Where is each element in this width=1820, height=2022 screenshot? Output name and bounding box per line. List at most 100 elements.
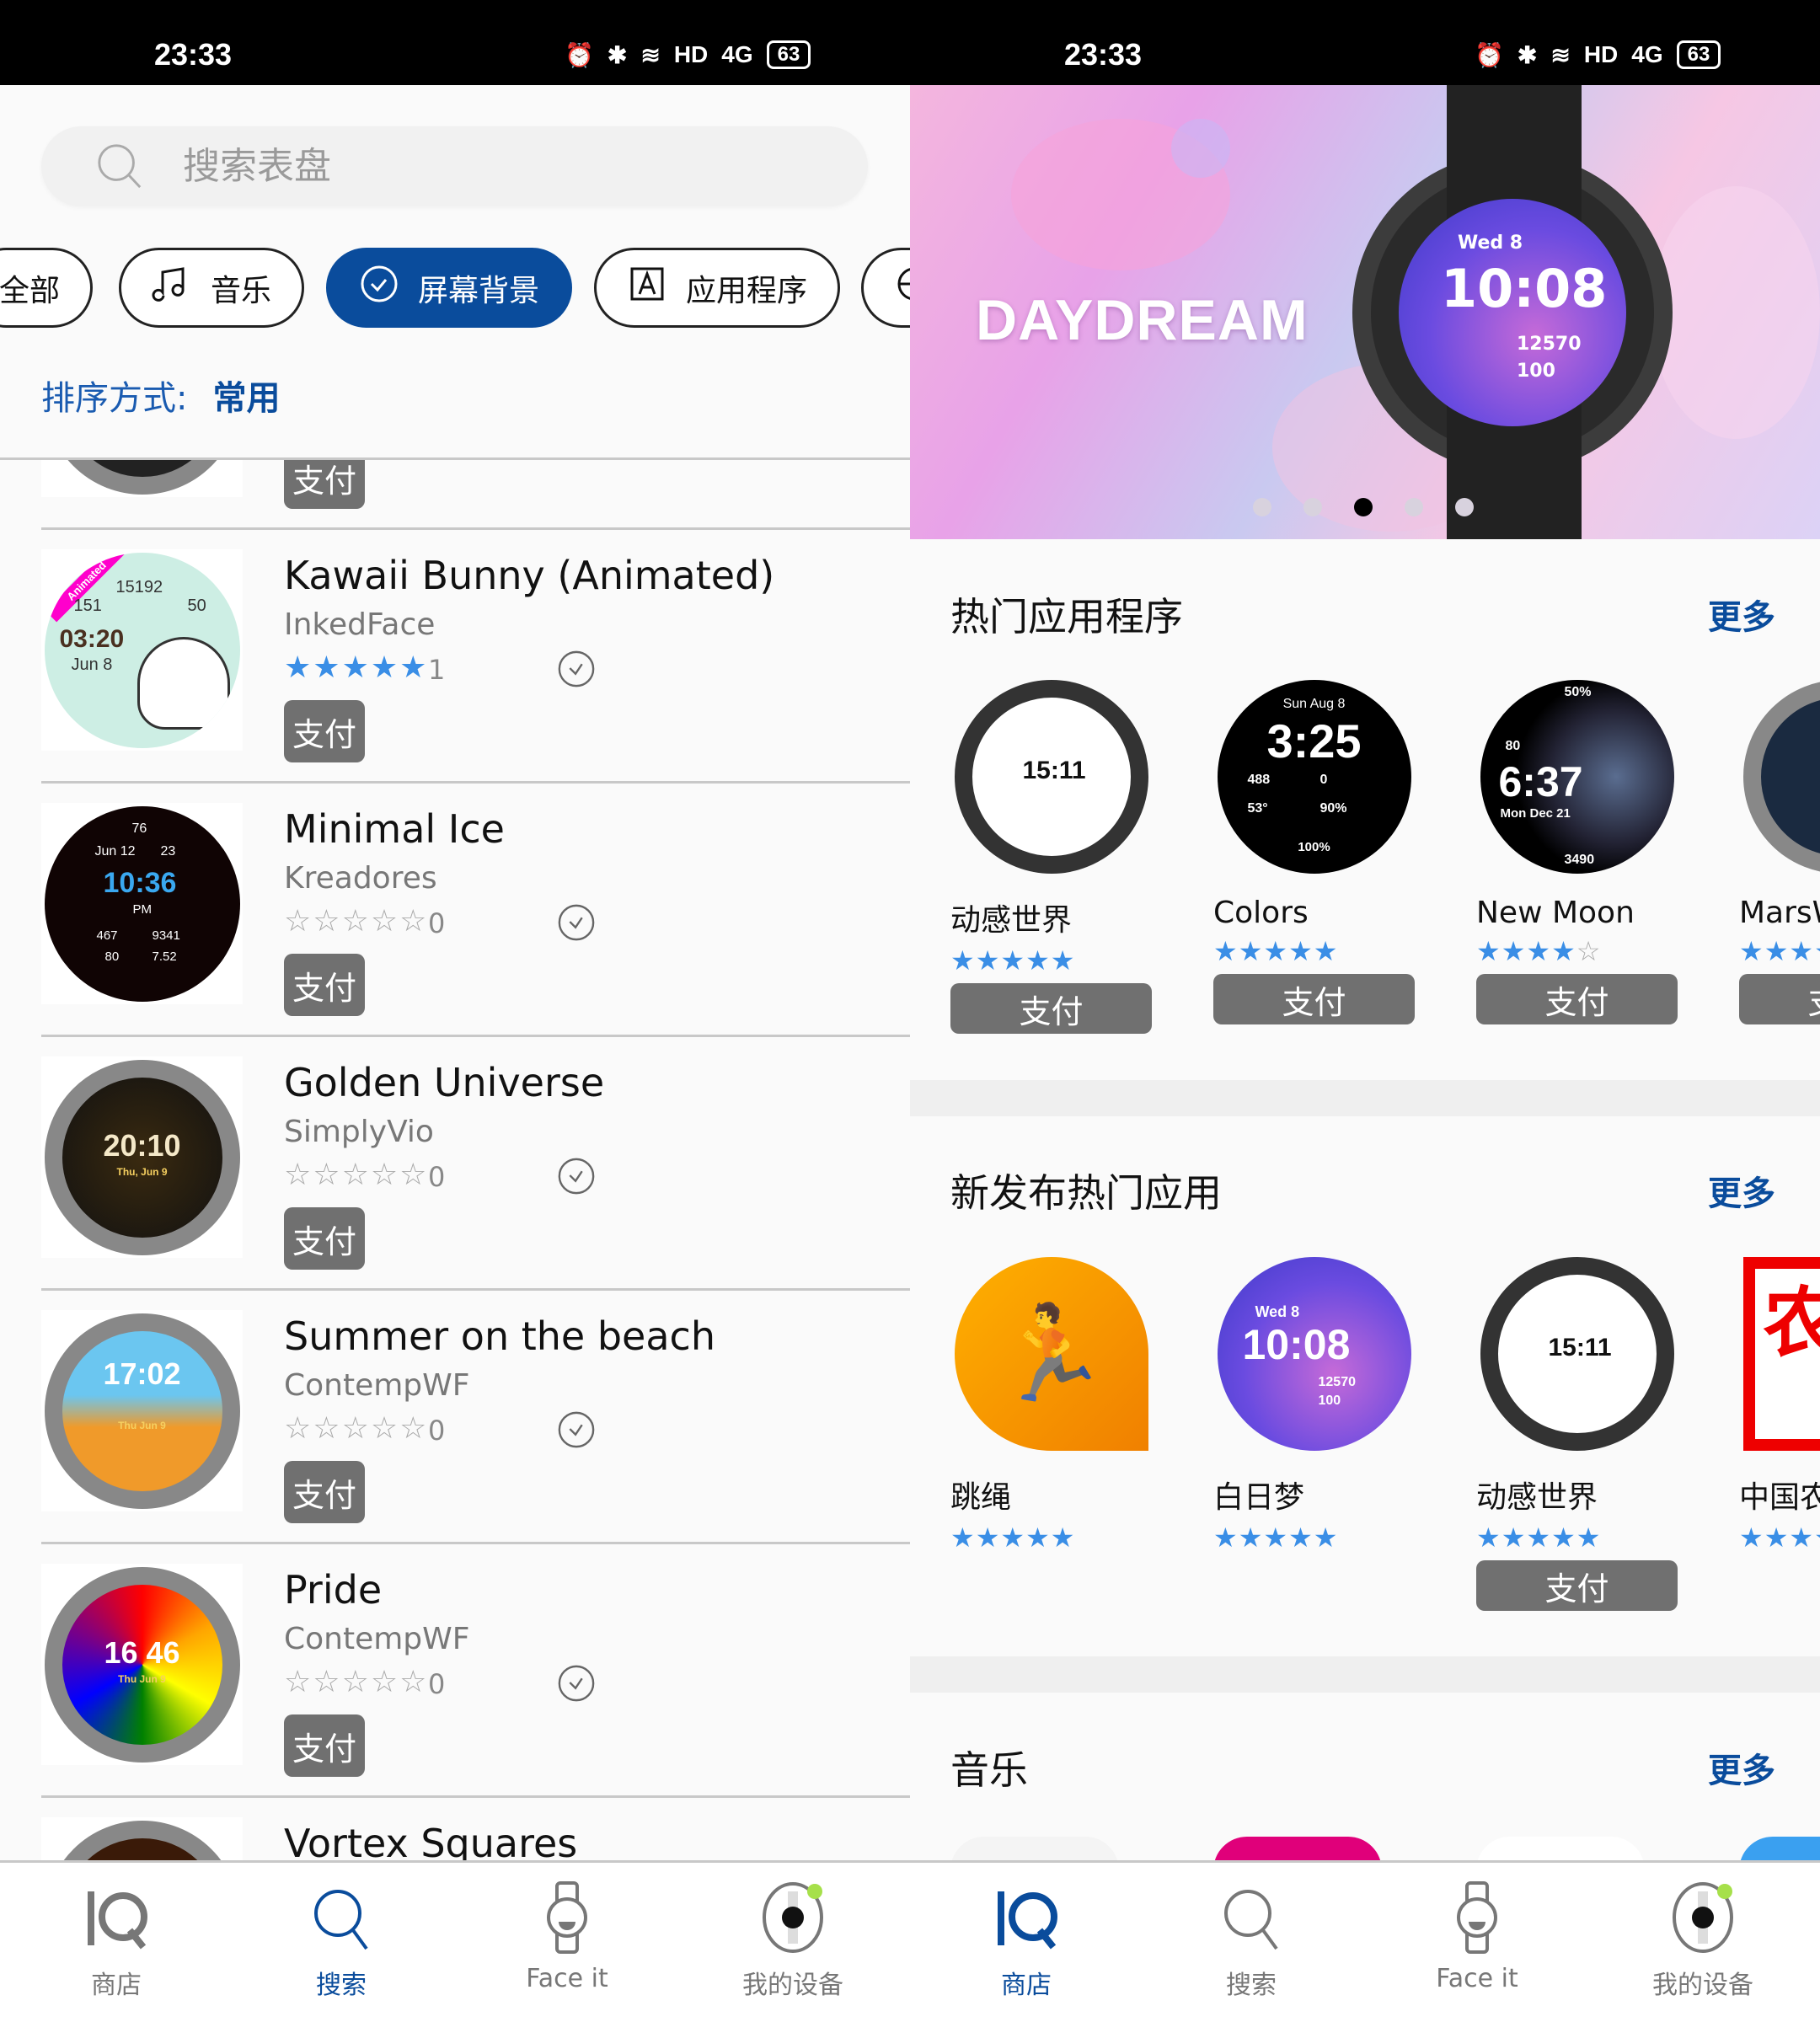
thumbnail[interactable]: 农历 bbox=[1739, 1253, 1820, 1454]
list-item[interactable]: 76 Jun 12 23 10:36 PM 467 9341 80 7.52 Minimal Ic… bbox=[0, 781, 910, 1035]
signal-icon: 4G bbox=[1631, 41, 1663, 67]
thumbnail[interactable] bbox=[41, 1817, 243, 1860]
app-card[interactable]: 50% 80 6:37 Mon Dec 21 3490 New Moon ★★★★☆ 支付 bbox=[1476, 676, 1678, 1024]
filter-chip-2[interactable]: 屏幕背景 bbox=[326, 248, 573, 328]
pay-button[interactable]: 支付 bbox=[284, 954, 365, 1016]
thumbnail[interactable] bbox=[41, 460, 243, 497]
item-title[interactable]: Minimal Ice bbox=[284, 806, 505, 852]
filter-chip-1[interactable]: 音乐 bbox=[119, 248, 305, 328]
search-bar[interactable] bbox=[41, 126, 868, 206]
thumbnail[interactable]: 🏃 bbox=[950, 1253, 1152, 1454]
item-title[interactable]: Summer on the beach bbox=[284, 1313, 715, 1359]
list-item[interactable]: 17:02 Thu Jun 9 Summer on the beach Contemp… bbox=[0, 1288, 910, 1542]
thumbnail[interactable]: 15:11 bbox=[1476, 1253, 1678, 1454]
pay-button[interactable]: 支付 bbox=[284, 460, 365, 509]
list-item[interactable]: Vortex Squares支付 bbox=[0, 1795, 910, 1860]
pay-button[interactable]: 支付 bbox=[1739, 974, 1820, 1024]
list-item[interactable]: 20:10 Thu, Jun 9 Golden Universe SimplyVio ☆… bbox=[0, 1035, 910, 1288]
list-item[interactable]: 16 46 Thu Jun 9 Pride ContempWF ☆☆☆☆☆ 0 支付 bbox=[0, 1542, 910, 1795]
app-card[interactable]: Wed 8 10:08 12570 100 白日梦 ★★★★★ bbox=[1213, 1253, 1415, 1554]
app-name[interactable]: 中国农 bbox=[1739, 1473, 1820, 1516]
app-name[interactable]: 白日梦 bbox=[1213, 1473, 1415, 1516]
face-text: 3490 bbox=[1564, 852, 1595, 867]
list-item[interactable]: Animated 15192 151 50 03:20 Jun 8 Kawaii Bunny… bbox=[0, 527, 910, 781]
face-text: 17:02 bbox=[103, 1356, 181, 1391]
app-card[interactable]: 🏃 跳绳 ★★★★★ bbox=[950, 1253, 1152, 1554]
pay-button[interactable]: 支付 bbox=[1476, 974, 1678, 1024]
carousel-dot[interactable] bbox=[1253, 498, 1271, 516]
thumbnail[interactable]: 17:02 Thu Jun 9 bbox=[41, 1310, 243, 1511]
pay-button[interactable]: 支付 bbox=[284, 700, 365, 762]
watch-face-list[interactable]: 支付 Animated 15192 151 50 03:20 Jun 8 Kawaii Bun… bbox=[0, 457, 910, 1860]
pay-button[interactable]: 支付 bbox=[284, 1714, 365, 1777]
star-empty-icon: ☆ bbox=[399, 1665, 429, 1699]
thumbnail[interactable]: 76 Jun 12 23 10:36 PM 467 9341 80 7.52 bbox=[41, 803, 243, 1004]
nav-item-my-device-watch[interactable]: 我的设备 bbox=[1619, 1880, 1787, 2001]
more-link[interactable]: 更多 bbox=[1708, 1743, 1775, 1792]
app-card[interactable]: 10 MarsW ★★★★★ 支付 bbox=[1739, 676, 1820, 1024]
carousel-dot[interactable] bbox=[1354, 498, 1373, 516]
app-card[interactable]: 15:11 动感世界 ★★★★★ 支付 bbox=[950, 676, 1152, 1034]
filter-chip-3[interactable]: 应用程序 bbox=[594, 248, 841, 328]
nav-item-my-device-watch[interactable]: 我的设备 bbox=[709, 1880, 877, 2001]
nav-item-iq-store[interactable]: 商店 bbox=[32, 1880, 201, 2001]
star-filled-icon: ★ bbox=[341, 650, 371, 685]
carousel-dot[interactable] bbox=[1455, 498, 1474, 516]
nav-item-search[interactable]: 搜索 bbox=[1167, 1880, 1336, 2001]
pay-button[interactable]: 支付 bbox=[284, 1207, 365, 1270]
app-name[interactable]: 跳绳 bbox=[950, 1473, 1152, 1516]
app-name[interactable]: Colors bbox=[1213, 896, 1415, 930]
nav-item-search[interactable]: 搜索 bbox=[257, 1880, 426, 2001]
rating-count: 0 bbox=[428, 907, 446, 939]
thumbnail[interactable]: Sun Aug 8 3:25 488 0 53° 90% 100% bbox=[1213, 676, 1415, 877]
thumbnail[interactable]: 16 46 Thu Jun 9 bbox=[41, 1564, 243, 1765]
star-empty-icon: ☆ bbox=[313, 1665, 342, 1699]
thumbnail[interactable]: Wed 8 10:08 12570 100 bbox=[1213, 1253, 1415, 1454]
search-input[interactable] bbox=[183, 135, 773, 198]
app-name[interactable]: New Moon bbox=[1476, 896, 1678, 930]
filter-chip-0[interactable]: 全部 bbox=[0, 248, 94, 328]
carousel-dot[interactable] bbox=[1405, 498, 1423, 516]
app-card[interactable]: 农历中国农 ★★★★★ bbox=[1739, 1253, 1820, 1554]
featured-banner[interactable]: DAYDREAM Wed 8 10:08 12570 100 bbox=[910, 85, 1820, 539]
more-link[interactable]: 更多 bbox=[1708, 590, 1775, 639]
more-link[interactable]: 更多 bbox=[1708, 1166, 1775, 1215]
thumbnail[interactable]: 15:11 bbox=[950, 676, 1152, 877]
sort-value[interactable]: 常用 bbox=[212, 379, 280, 418]
pay-button[interactable]: 支付 bbox=[1213, 974, 1415, 1024]
star-empty-icon: ☆ bbox=[341, 1158, 371, 1192]
watch-face-image: 76 Jun 12 23 10:36 PM 467 9341 80 7.52 bbox=[44, 805, 240, 1002]
rating-count: 0 bbox=[428, 1668, 446, 1700]
app-card[interactable]: Sun Aug 8 3:25 488 0 53° 90% 100% Colors ★★★★★ 支付 bbox=[1213, 676, 1415, 1024]
nav-item-iq-store[interactable]: 商店 bbox=[942, 1880, 1111, 2001]
item-title[interactable]: Pride bbox=[284, 1567, 382, 1613]
nav-item-face-it-watch[interactable]: Face it bbox=[483, 1880, 651, 1993]
pay-button[interactable]: 支付 bbox=[950, 983, 1152, 1034]
nav-item-face-it-watch[interactable]: Face it bbox=[1393, 1880, 1561, 1993]
pay-button[interactable]: 支付 bbox=[1476, 1560, 1678, 1611]
app-card[interactable]: 15:11 动感世界 ★★★★★ 支付 bbox=[1476, 1253, 1678, 1611]
face-text: Thu Jun 9 bbox=[118, 1419, 166, 1431]
item-title[interactable]: Kawaii Bunny (Animated) bbox=[284, 553, 774, 598]
pay-button[interactable]: 支付 bbox=[284, 1461, 365, 1523]
face-text: Mon Dec 21 bbox=[1500, 805, 1571, 821]
thumbnail[interactable]: 10 bbox=[1739, 676, 1820, 877]
app-name[interactable]: MarsW bbox=[1739, 896, 1820, 930]
star-empty-icon: ☆ bbox=[1576, 935, 1602, 967]
carousel-dot[interactable] bbox=[1303, 498, 1322, 516]
filter-chip-4[interactable] bbox=[861, 248, 910, 328]
thumbnail[interactable]: Animated 15192 151 50 03:20 Jun 8 bbox=[41, 549, 243, 751]
item-title[interactable]: Vortex Squares bbox=[284, 1821, 577, 1860]
star-empty-icon: ☆ bbox=[370, 1665, 400, 1699]
app-name[interactable]: 动感世界 bbox=[1476, 1473, 1678, 1516]
sort-selector[interactable]: 排序方式: 常用 bbox=[41, 371, 280, 420]
thumbnail[interactable]: 20:10 Thu, Jun 9 bbox=[41, 1056, 243, 1258]
list-item[interactable]: 支付 bbox=[0, 460, 910, 527]
star-filled-icon: ★ bbox=[1263, 935, 1289, 967]
app-name[interactable]: 动感世界 bbox=[950, 896, 1152, 939]
watch-face-image: 15:11 bbox=[954, 679, 1148, 874]
thumbnail[interactable]: 50% 80 6:37 Mon Dec 21 3490 bbox=[1476, 676, 1678, 877]
item-author: ContempWF bbox=[284, 1622, 470, 1656]
star-filled-icon: ★ bbox=[1025, 944, 1051, 976]
item-title[interactable]: Golden Universe bbox=[284, 1060, 604, 1105]
